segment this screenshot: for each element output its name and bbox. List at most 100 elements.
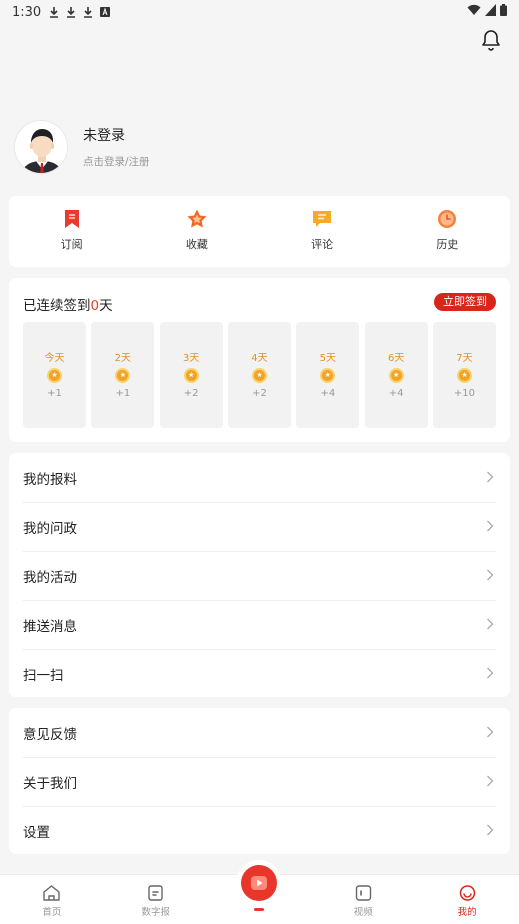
menu-label: 我的问政 (23, 520, 77, 537)
quick-subscribe[interactable]: 订阅 (9, 196, 134, 267)
status-bar: 1:30 (0, 0, 519, 24)
tab-home[interactable]: 首页 (0, 875, 104, 924)
checkin-day: 2天 ★ +1 (91, 322, 155, 428)
quick-history-label: 历史 (436, 238, 459, 251)
clock-icon (438, 210, 457, 228)
menu-group-1: 我的报料 我的问政 我的活动 推送消息 扫一扫 (9, 453, 510, 697)
coin-icon: ★ (183, 368, 199, 383)
checkin-prefix: 已连续签到 (23, 298, 91, 314)
checkin-suffix: 天 (99, 298, 113, 314)
profile-name: 未登录 (83, 128, 125, 144)
quick-favorites[interactable]: 收藏 (134, 196, 259, 267)
quick-history[interactable]: 历史 (385, 196, 510, 267)
checkin-count: 0 (90, 298, 100, 314)
day-label: 7天 (456, 353, 473, 364)
coin-icon: ★ (47, 368, 62, 383)
wifi-icon (467, 4, 481, 15)
menu-label: 我的报料 (23, 471, 77, 488)
signal-icon (485, 4, 496, 16)
profile-header[interactable]: 未登录 点击登录/注册 (14, 120, 150, 174)
profile-icon (459, 885, 475, 901)
coin-icon: ★ (251, 368, 267, 383)
chevron-right-icon (487, 667, 494, 679)
status-time: 1:30 (12, 4, 42, 20)
menu-label: 意见反馈 (23, 726, 77, 743)
profile-text[interactable]: 未登录 点击登录/注册 (83, 125, 150, 169)
day-label: 3天 (182, 353, 200, 364)
day-points: +2 (183, 388, 199, 399)
chevron-right-icon (487, 471, 494, 483)
checkin-day: 5天 ★ +4 (296, 322, 360, 428)
day-points: +2 (252, 388, 267, 399)
checkin-day: 3天 ★ +2 (159, 322, 223, 428)
menu-my-activities[interactable]: 我的活动 (9, 551, 510, 600)
checkin-card: 已连续签到0天 立即签到 今天 ★ +1 2天 ★ +1 3天 ★ +2 4天 ★ +2 5天 ★… (9, 278, 510, 442)
bell-icon[interactable] (479, 28, 503, 52)
download-icon (84, 7, 93, 18)
day-points: +4 (320, 388, 336, 399)
day-label: 今天 (44, 353, 65, 364)
status-right-icons (467, 4, 507, 16)
video-icon (355, 885, 371, 901)
menu-group-2: 意见反馈 关于我们 设置 (9, 708, 510, 854)
chevron-right-icon (487, 569, 494, 581)
menu-feedback[interactable]: 意见反馈 (9, 708, 510, 757)
newspaper-icon (148, 885, 163, 901)
login-register-link[interactable]: 点击登录/注册 (83, 154, 150, 169)
menu-push-messages[interactable]: 推送消息 (9, 600, 510, 649)
menu-label: 我的活动 (23, 569, 77, 586)
tab-video[interactable]: 视频 (311, 875, 415, 924)
tab-newspaper-label: 数字报 (141, 907, 170, 918)
center-play-button[interactable] (236, 860, 283, 906)
day-points: +10 (453, 388, 476, 399)
day-label: 2天 (114, 353, 132, 364)
tab-newspaper[interactable]: 数字报 (104, 875, 208, 924)
avatar-man-icon (15, 121, 67, 173)
bottom-tab-bar: 首页 数字报 视频 我的 (0, 860, 519, 924)
battery-icon (500, 4, 507, 16)
checkin-day: 今天 ★ +1 (23, 322, 86, 428)
chevron-right-icon (487, 726, 494, 738)
coin-icon: ★ (320, 368, 336, 383)
center-play-inner (241, 865, 278, 901)
notification-app-icon (100, 7, 111, 17)
menu-my-reports[interactable]: 我的报料 (9, 453, 510, 502)
menu-label: 关于我们 (23, 775, 77, 792)
menu-scan[interactable]: 扫一扫 (9, 649, 510, 698)
quick-comments-label: 评论 (311, 238, 334, 251)
comment-icon (313, 211, 332, 227)
coin-icon: ★ (456, 368, 472, 383)
menu-label: 扫一扫 (23, 667, 64, 684)
tab-profile[interactable]: 我的 (415, 875, 519, 924)
avatar[interactable] (14, 120, 68, 174)
checkin-title: 已连续签到0天 (23, 294, 113, 314)
checkin-day: 6天 ★ +4 (364, 322, 428, 428)
chevron-right-icon (487, 520, 494, 532)
coin-icon: ★ (115, 368, 131, 383)
tab-video-label: 视频 (353, 907, 373, 918)
chevron-right-icon (487, 618, 494, 630)
day-label: 6天 (387, 353, 405, 364)
menu-my-inquiries[interactable]: 我的问政 (9, 502, 510, 551)
quick-comments[interactable]: 评论 (260, 196, 385, 267)
quick-actions: 订阅 收藏 评论 历史 (9, 196, 510, 267)
day-label: 5天 (319, 353, 336, 364)
checkin-day: 7天 ★ +10 (432, 322, 496, 428)
chevron-right-icon (487, 775, 494, 787)
day-points: +1 (115, 388, 131, 399)
menu-settings[interactable]: 设置 (9, 806, 510, 855)
tab-profile-label: 我的 (457, 907, 477, 918)
menu-label: 设置 (23, 824, 50, 841)
star-icon (187, 209, 207, 228)
day-points: +4 (388, 388, 404, 399)
tab-live[interactable] (208, 860, 312, 924)
menu-about-us[interactable]: 关于我们 (9, 757, 510, 806)
quick-favorites-label: 收藏 (185, 238, 208, 251)
checkin-button[interactable]: 立即签到 (434, 293, 496, 311)
play-icon (251, 876, 268, 890)
download-icon (50, 7, 59, 18)
chevron-right-icon (487, 824, 494, 836)
checkin-day: 4天 ★ +2 (227, 322, 291, 428)
home-icon (43, 885, 61, 901)
coin-icon: ★ (388, 368, 404, 383)
